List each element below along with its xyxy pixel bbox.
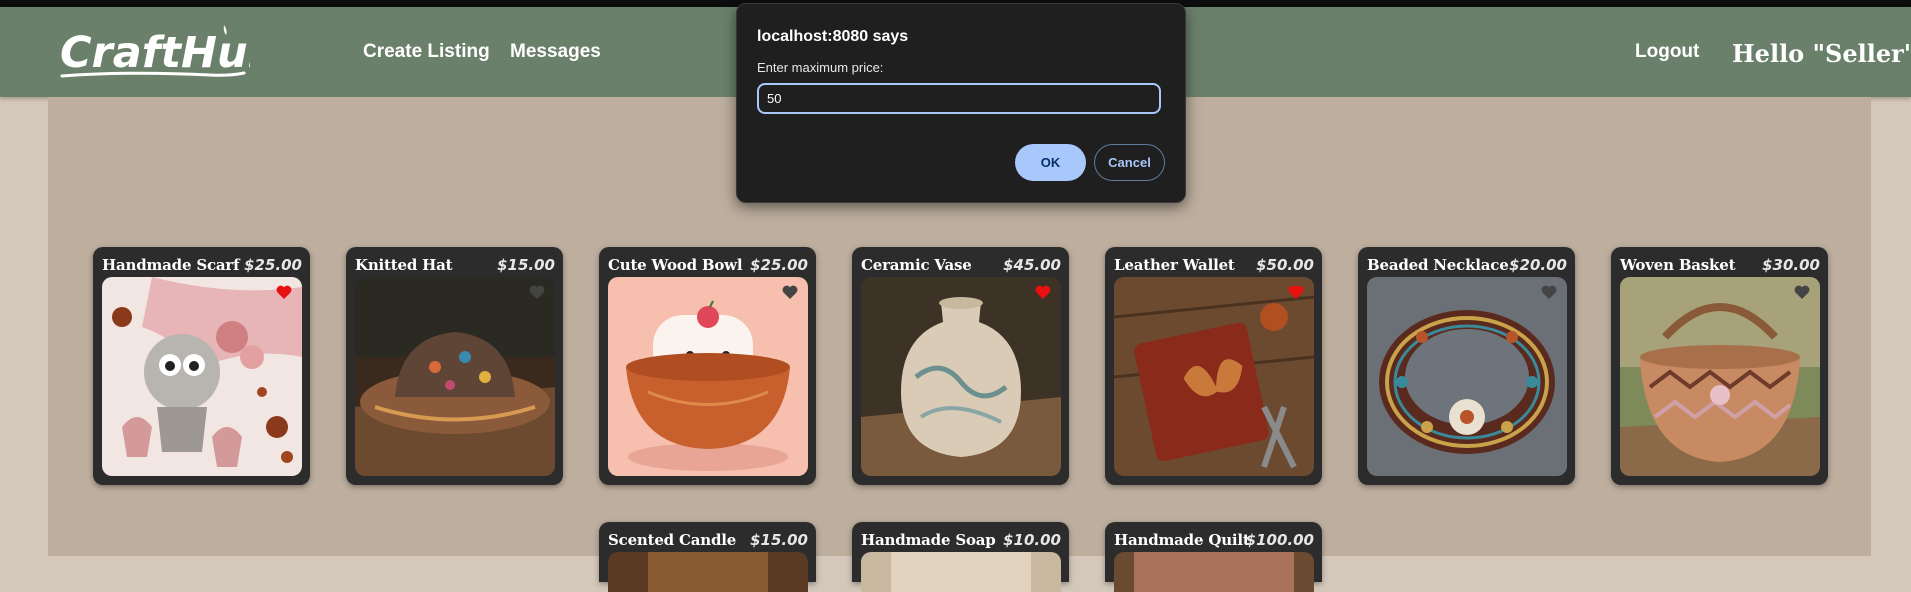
product-price: $25.00 [750,256,808,274]
product-image[interactable] [1367,277,1567,476]
product-image[interactable] [608,552,808,592]
product-image[interactable] [1620,277,1820,476]
user-greeting: Hello "Seller"! [1732,39,1911,68]
product-title: Scented Candle [608,531,737,549]
price-prompt-dialog: localhost:8080 says Enter maximum price:… [736,3,1186,203]
product-price: $30.00 [1762,256,1820,274]
product-card[interactable]: Knitted Hat $15.00 [346,247,563,485]
cancel-button[interactable]: Cancel [1094,144,1165,181]
product-card[interactable]: Handmade Soap $10.00 [852,522,1069,592]
product-title: Handmade Quilt [1114,531,1250,549]
product-image[interactable] [861,277,1061,476]
favorite-heart-icon[interactable] [276,285,292,299]
product-card[interactable]: Handmade Quilt $100.00 [1105,522,1322,592]
favorite-heart-icon[interactable] [1035,285,1051,299]
product-title: Beaded Necklace [1367,256,1509,274]
product-card[interactable]: Leather Wallet $50.00 [1105,247,1322,485]
product-price: $25.00 [244,256,302,274]
nav-messages[interactable]: Messages [510,41,601,63]
product-price: $15.00 [497,256,555,274]
product-card[interactable]: Ceramic Vase $45.00 [852,247,1069,485]
favorite-heart-icon[interactable] [782,285,798,299]
product-image[interactable] [1114,277,1314,476]
product-title: Cute Wood Bowl [608,256,743,274]
product-price: $45.00 [1003,256,1061,274]
max-price-input[interactable] [757,83,1161,114]
product-title: Handmade Scarf [102,256,240,274]
product-image[interactable] [608,277,808,476]
product-price: $20.00 [1509,256,1567,274]
favorite-heart-icon[interactable] [1794,285,1810,299]
product-price: $10.00 [1003,531,1061,549]
product-card[interactable]: Beaded Necklace $20.00 [1358,247,1575,485]
product-title: Ceramic Vase [861,256,972,274]
favorite-heart-icon[interactable] [529,285,545,299]
product-card[interactable]: Scented Candle $15.00 [599,522,816,592]
favorite-heart-icon[interactable] [1288,285,1304,299]
product-image[interactable] [102,277,302,476]
product-price: $15.00 [750,531,808,549]
ok-button[interactable]: OK [1015,144,1086,181]
dialog-title: localhost:8080 says [757,28,909,45]
product-price: $100.00 [1245,531,1314,549]
product-price: $50.00 [1256,256,1314,274]
product-card[interactable]: Woven Basket $30.00 [1611,247,1828,485]
nav-create-listing[interactable]: Create Listing [363,41,490,63]
logout-link[interactable]: Logout [1635,41,1699,63]
dialog-message: Enter maximum price: [757,60,884,75]
logo-text: CraftHub [60,28,250,78]
product-card[interactable]: Handmade Scarf $25.00 [93,247,310,485]
favorite-heart-icon[interactable] [1541,285,1557,299]
product-image[interactable] [861,552,1061,592]
product-title: Woven Basket [1620,256,1736,274]
product-card[interactable]: Cute Wood Bowl $25.00 [599,247,816,485]
product-title: Handmade Soap [861,531,996,549]
crafthub-logo[interactable]: CraftHub [60,21,250,89]
product-title: Knitted Hat [355,256,453,274]
product-image[interactable] [1114,552,1314,592]
product-image[interactable] [355,277,555,476]
product-title: Leather Wallet [1114,256,1235,274]
